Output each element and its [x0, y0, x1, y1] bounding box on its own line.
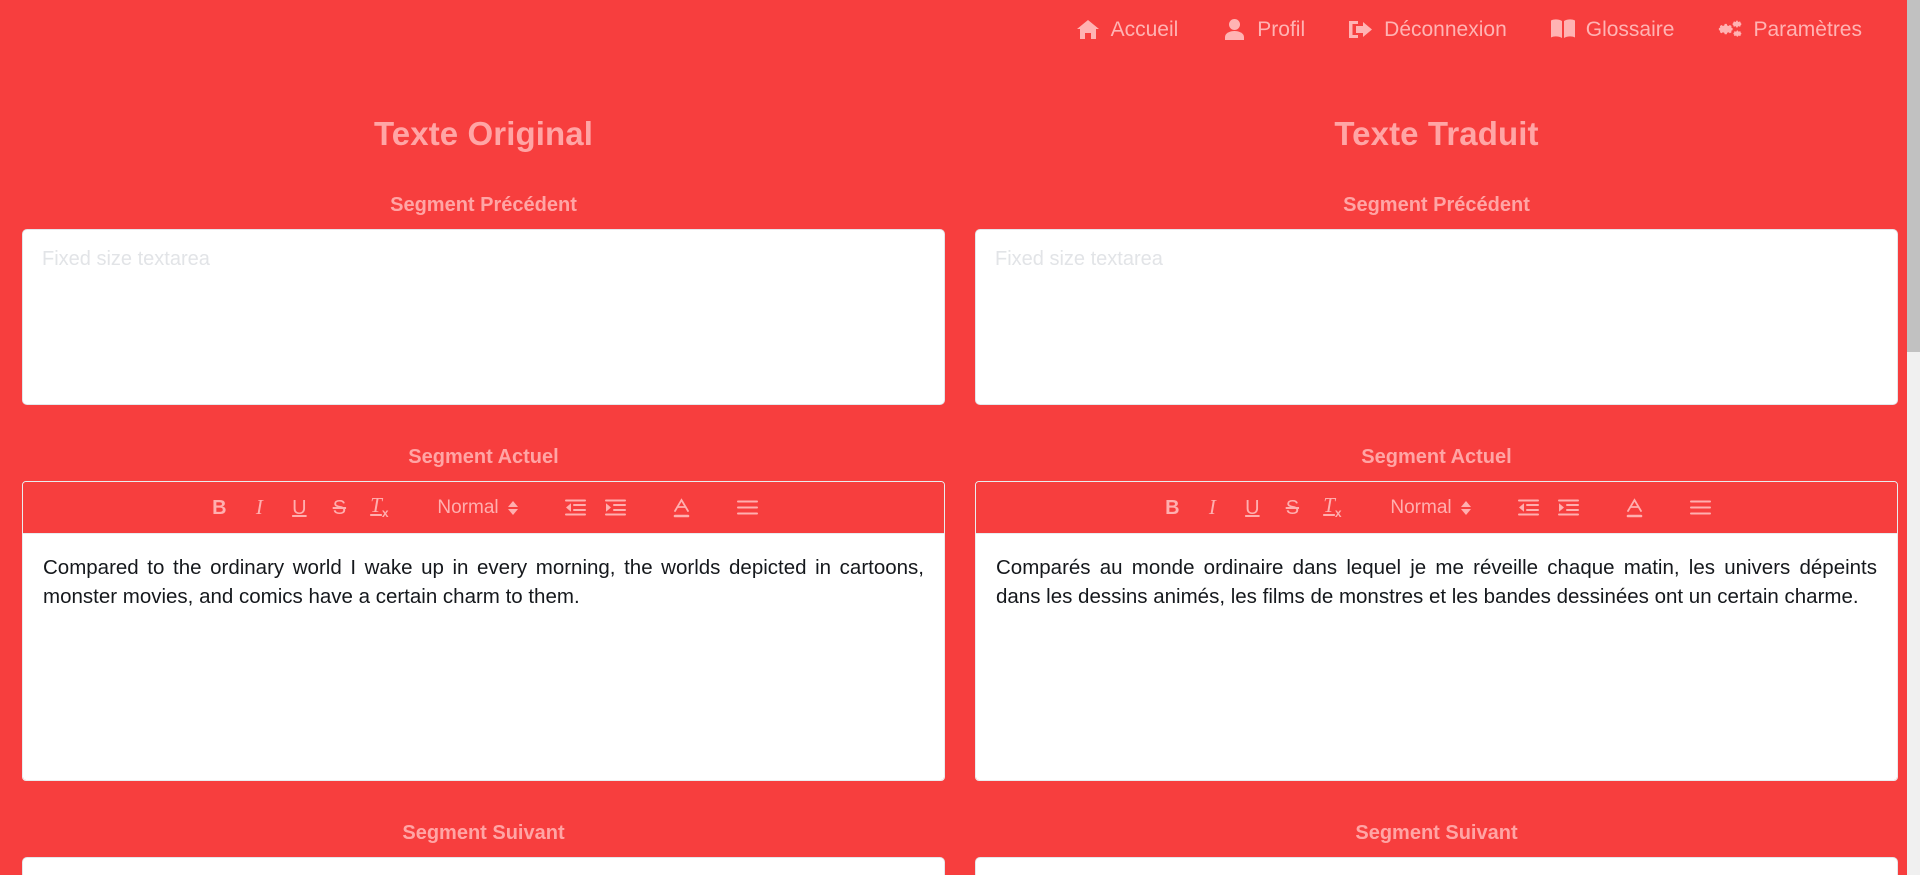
rich-editor-translated: B I U S Tx Normal Comparés au monde ordi… — [975, 481, 1898, 781]
italic-button[interactable]: I — [241, 493, 277, 523]
underline-button[interactable]: U — [1234, 493, 1270, 523]
nav-item-glossaire[interactable]: Glossaire — [1550, 17, 1675, 41]
top-navigation-bar: Accueil Profil Déconnexion Glossaire Par… — [0, 0, 1920, 58]
format-select-translated[interactable]: Normal — [1386, 497, 1474, 519]
nav-item-parametres[interactable]: Paramètres — [1718, 18, 1862, 40]
rich-editor-original: B I U S Tx Normal Compared to the ordina… — [22, 481, 945, 781]
editor-toolbar-original: B I U S Tx Normal — [23, 482, 944, 534]
textarea-previous-segment-original[interactable]: Fixed size textarea — [22, 229, 945, 405]
label-previous-segment-original: Segment Précédent — [390, 194, 577, 216]
nav-label-accueil: Accueil — [1110, 17, 1179, 41]
indent-icon[interactable] — [1551, 493, 1587, 523]
clear-format-icon[interactable]: Tx — [361, 493, 397, 523]
chevron-updown-icon — [1460, 500, 1471, 515]
clear-format-icon[interactable]: Tx — [1314, 493, 1350, 523]
textarea-next-segment-original[interactable]: Fixed size textarea — [22, 857, 945, 875]
book-icon — [1550, 18, 1575, 40]
nav-item-profil[interactable]: Profil — [1222, 18, 1305, 40]
outdent-icon[interactable] — [558, 493, 594, 523]
text-color-icon[interactable] — [1617, 493, 1653, 523]
nav-label-parametres: Paramètres — [1753, 17, 1862, 41]
logout-icon — [1349, 18, 1373, 40]
strikethrough-button[interactable]: S — [321, 493, 357, 523]
column-translated: Texte Traduit Segment Précédent Fixed si… — [975, 58, 1898, 875]
nav-item-deconnexion[interactable]: Déconnexion — [1349, 18, 1507, 40]
toolbar-group-indent-original — [556, 493, 636, 523]
page-scrollbar-track[interactable] — [1907, 0, 1920, 875]
editor-toolbar-translated: B I U S Tx Normal — [976, 482, 1897, 534]
outdent-icon[interactable] — [1511, 493, 1547, 523]
bold-button[interactable]: B — [1154, 493, 1190, 523]
text-color-icon[interactable] — [664, 493, 700, 523]
editor-content-area: Texte Original Segment Précédent Fixed s… — [0, 58, 1920, 875]
textarea-previous-segment-translated[interactable]: Fixed size textarea — [975, 229, 1898, 405]
home-icon — [1076, 18, 1100, 40]
column-title-original: Texte Original — [373, 115, 593, 152]
format-select-value: Normal — [437, 496, 499, 518]
nav-label-profil: Profil — [1257, 17, 1306, 41]
toolbar-group-inline-original: B I U S Tx — [199, 493, 399, 523]
label-current-segment-translated: Segment Actuel — [1361, 446, 1512, 468]
format-select-value: Normal — [1390, 496, 1452, 518]
align-list-icon[interactable] — [1683, 493, 1719, 523]
editor-body-original[interactable]: Compared to the ordinary world I wake up… — [23, 534, 944, 780]
column-title-translated: Texte Traduit — [1334, 115, 1539, 152]
label-current-segment-original: Segment Actuel — [408, 446, 559, 468]
page-scrollbar-thumb[interactable] — [1907, 0, 1920, 352]
align-list-icon[interactable] — [730, 493, 766, 523]
nav-label-glossaire: Glossaire — [1585, 17, 1675, 41]
label-next-segment-original: Segment Suivant — [402, 822, 565, 844]
column-original: Texte Original Segment Précédent Fixed s… — [22, 58, 945, 875]
label-previous-segment-translated: Segment Précédent — [1343, 194, 1530, 216]
chevron-updown-icon — [507, 500, 518, 515]
nav-label-deconnexion: Déconnexion — [1384, 17, 1507, 41]
italic-button[interactable]: I — [1194, 493, 1230, 523]
editor-body-translated[interactable]: Comparés au monde ordinaire dans lequel … — [976, 534, 1897, 780]
indent-icon[interactable] — [598, 493, 634, 523]
underline-button[interactable]: U — [281, 493, 317, 523]
toolbar-group-indent-translated — [1509, 493, 1589, 523]
user-icon — [1222, 18, 1246, 40]
format-select-original[interactable]: Normal — [433, 497, 521, 519]
bold-button[interactable]: B — [201, 493, 237, 523]
strikethrough-button[interactable]: S — [1274, 493, 1310, 523]
textarea-next-segment-translated[interactable]: Fixed size textarea — [975, 857, 1898, 875]
nav-item-accueil[interactable]: Accueil — [1076, 17, 1179, 41]
toolbar-group-inline-translated: B I U S Tx — [1152, 493, 1352, 523]
cogs-icon — [1718, 18, 1742, 40]
label-next-segment-translated: Segment Suivant — [1355, 822, 1518, 844]
